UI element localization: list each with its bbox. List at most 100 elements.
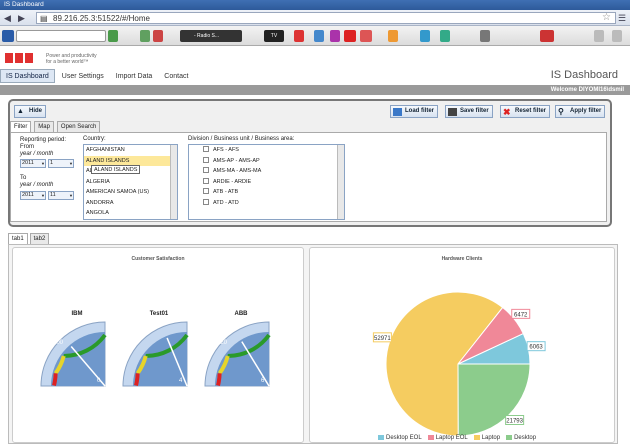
- hardware-clients-card: Hardware Clients 6063 21793 52971 6472 Desk…: [309, 247, 615, 443]
- load-filter-button[interactable]: Load filter: [390, 105, 439, 118]
- list-item[interactable]: AMS-MA - AMS-MA: [189, 166, 344, 177]
- tagline: Power and productivity for a better worl…: [46, 53, 97, 65]
- from-label: From: [20, 144, 34, 150]
- data-label: 6472: [514, 312, 528, 318]
- division-name: ATB - ATB: [213, 189, 239, 195]
- music-icon[interactable]: [330, 30, 340, 42]
- list-item[interactable]: AMERICAN SAMOA (US): [84, 187, 177, 198]
- to-year-value: 2011: [22, 192, 34, 198]
- list-item[interactable]: AFGHANISTAN: [84, 145, 177, 156]
- list-item[interactable]: ALGERIA: [84, 177, 177, 188]
- hide-icon: ▲: [17, 108, 24, 115]
- addon-icon[interactable]: [480, 30, 490, 42]
- main-nav: IS Dashboard User Settings Import Data C…: [0, 69, 193, 83]
- mail-icon[interactable]: [388, 30, 398, 42]
- checkbox[interactable]: [203, 177, 209, 184]
- tagline-line-2: for a better world™: [46, 59, 89, 65]
- list-item[interactable]: AMS-AP - AMS-AP: [189, 156, 344, 167]
- search-go-icon[interactable]: [108, 30, 118, 42]
- period-label: Reporting period:: [20, 137, 67, 143]
- list-item[interactable]: ANDORRA: [84, 198, 177, 209]
- from-month-select[interactable]: 1 ▼: [48, 159, 74, 168]
- legend-label: Desktop EOL: [386, 435, 422, 441]
- extension-icon[interactable]: [2, 30, 14, 42]
- division-list[interactable]: AFS - AFS AMS-AP - AMS-AP AMS-MA - AMS-M…: [188, 144, 345, 220]
- list-item[interactable]: AFS - AFS: [189, 145, 344, 156]
- tab-map[interactable]: Map: [34, 121, 54, 132]
- list-item[interactable]: ATB - ATB: [189, 187, 344, 198]
- tv-icon[interactable]: TV: [264, 30, 284, 42]
- division-scrollbar[interactable]: [337, 145, 344, 219]
- gauge: 1206: [204, 321, 271, 387]
- chevron-down-icon: ▼: [41, 161, 45, 166]
- addon-icon[interactable]: [153, 30, 163, 42]
- addon-icon[interactable]: [360, 30, 372, 42]
- division-name: ARDIE - ARDIE: [213, 178, 252, 185]
- hide-button[interactable]: ▲ Hide: [14, 105, 47, 118]
- country-list[interactable]: AFGHANISTAN ALAND ISLANDS AL ALGERIA AME…: [83, 144, 178, 220]
- forward-icon[interactable]: ▶: [18, 13, 25, 23]
- legend-item[interactable]: Laptop: [473, 435, 500, 441]
- list-item[interactable]: ARDIE - ARDIE: [189, 177, 344, 188]
- addon-icon[interactable]: [140, 30, 150, 42]
- tab-tab1[interactable]: tab1: [8, 233, 28, 244]
- address-bar: ◀ ▶ ▤ 89.216.25.3:51522/#/Home ☆ ☰: [0, 10, 630, 26]
- tab-tab2[interactable]: tab2: [29, 233, 50, 244]
- to-month-value: 11: [50, 192, 56, 198]
- nav-import-data[interactable]: Import Data: [111, 70, 158, 84]
- play-icon[interactable]: [344, 30, 356, 42]
- search-icon: ⚲: [558, 107, 564, 116]
- radio-widget[interactable]: - Radio S...: [180, 30, 242, 42]
- nav-user-settings[interactable]: User Settings: [57, 70, 109, 84]
- load-icon: [393, 108, 402, 116]
- reset-filter-button[interactable]: ✖ Reset filter: [500, 105, 551, 118]
- nav-dashboard[interactable]: IS Dashboard: [0, 69, 55, 83]
- checkbox[interactable]: [203, 188, 209, 194]
- apply-filter-button[interactable]: ⚲ Apply filter: [555, 105, 606, 118]
- tools-icon[interactable]: [594, 30, 604, 42]
- pie-slice: [457, 363, 531, 436]
- gauge-label: Test01: [149, 311, 169, 317]
- addon-icon[interactable]: [540, 30, 554, 42]
- addon-icon[interactable]: [294, 30, 304, 42]
- legend-label: Laptop EOL: [435, 435, 468, 441]
- checkbox[interactable]: [203, 156, 209, 163]
- checkbox[interactable]: [203, 146, 209, 152]
- load-label: Load filter: [405, 108, 435, 114]
- browser-title-bar: IS Dashboard: [0, 0, 630, 10]
- checkbox[interactable]: [203, 167, 209, 173]
- addon-icon[interactable]: [420, 30, 430, 42]
- data-label: 21793: [506, 419, 523, 425]
- toolbar-search-input[interactable]: [16, 30, 106, 42]
- tab-open-search[interactable]: Open Search: [56, 121, 101, 132]
- nav-contact[interactable]: Contact: [159, 70, 193, 84]
- dashboard-area: Customer Satisfaction IBM Test01 ABB 100…: [8, 244, 618, 444]
- from-year-select[interactable]: 2011 ▼: [20, 159, 46, 168]
- url-field[interactable]: ▤ 89.216.25.3:51522/#/Home ☆: [36, 12, 616, 24]
- save-filter-button[interactable]: Save filter: [445, 105, 493, 118]
- back-icon[interactable]: ◀: [4, 13, 11, 23]
- checkbox[interactable]: [203, 198, 209, 205]
- menu-icon[interactable]: ☰: [618, 13, 626, 23]
- star-icon[interactable]: ☆: [602, 12, 611, 23]
- to-month-select[interactable]: 11 ▼: [48, 191, 74, 200]
- addon-icon[interactable]: [440, 30, 450, 42]
- to-year-select[interactable]: 2011 ▼: [20, 191, 46, 200]
- page: Power and productivity for a better worl…: [0, 47, 630, 444]
- legend-item[interactable]: Laptop EOL: [427, 435, 468, 441]
- legend-swatch: [473, 435, 480, 440]
- apply-label: Apply filter: [570, 108, 602, 114]
- browser-toolbar: - Radio S... TV: [0, 26, 630, 46]
- brand-logo: [5, 51, 41, 65]
- settings-icon[interactable]: [612, 30, 622, 42]
- country-scrollbar[interactable]: [170, 145, 177, 219]
- app-title: IS Dashboard: [550, 69, 618, 81]
- legend-item[interactable]: Desktop: [506, 435, 536, 441]
- tab-filter[interactable]: Filter: [10, 121, 32, 132]
- from-year-value: 2011: [22, 160, 34, 166]
- addon-icon[interactable]: [314, 30, 324, 42]
- gauge-tick-label: 100: [53, 340, 64, 346]
- legend-item[interactable]: Desktop EOL: [378, 435, 422, 441]
- list-item[interactable]: ATD - ATD: [189, 198, 344, 209]
- list-item[interactable]: ANGOLA: [84, 208, 177, 219]
